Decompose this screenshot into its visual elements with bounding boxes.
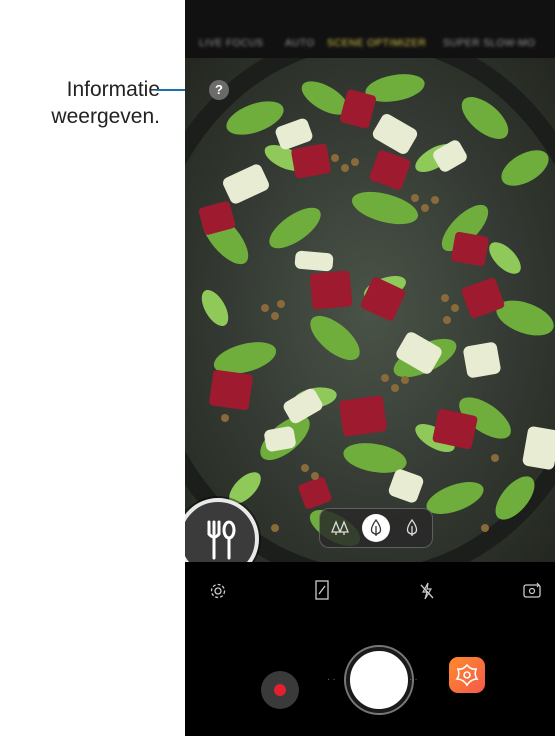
viewfinder[interactable]: ?: [185, 58, 555, 562]
mode-live-focus[interactable]: LIVE FOCUS: [199, 38, 263, 49]
annotation-line-1: Informatie: [66, 78, 160, 101]
annotation-line-2: weergeven.: [51, 105, 160, 128]
record-icon: [274, 684, 286, 696]
flash-off-icon[interactable]: [419, 581, 435, 601]
shutter-dots-left: ··: [327, 674, 338, 685]
food-preview: [185, 58, 555, 562]
blur-high-icon: [406, 518, 418, 536]
shutter-button[interactable]: [346, 647, 412, 713]
camera-screen: LIVE FOCUS AUTO SCENE OPTIMIZER SUPER SL…: [185, 0, 555, 736]
bixby-vision-icon: [455, 663, 479, 687]
mode-auto[interactable]: AUTO: [285, 38, 315, 49]
camera-controls: ·· ··: [185, 562, 555, 736]
info-annotation: Informatie weergeven.: [0, 76, 160, 130]
blur-medium-icon: [370, 518, 382, 536]
shutter-dots-right: ··: [409, 674, 420, 685]
aspect-ratio-icon[interactable]: [315, 580, 329, 600]
focus-filter-selector: [319, 508, 433, 548]
filter-option-1[interactable]: [326, 514, 354, 542]
switch-camera-icon[interactable]: [523, 582, 541, 598]
record-button[interactable]: [261, 671, 299, 709]
mode-super-slow-mo[interactable]: SUPER SLOW-MO: [443, 38, 535, 49]
gear-icon[interactable]: [209, 582, 227, 600]
info-button[interactable]: ?: [209, 80, 229, 100]
filter-option-2[interactable]: [362, 514, 390, 542]
scene-food-button[interactable]: [185, 498, 259, 562]
fork-spoon-icon: [207, 520, 236, 560]
mode-bar: LIVE FOCUS AUTO SCENE OPTIMIZER SUPER SL…: [185, 0, 555, 58]
filter-option-3[interactable]: [398, 514, 426, 542]
mode-scene-optimizer[interactable]: SCENE OPTIMIZER: [327, 38, 426, 49]
bixby-vision-button[interactable]: [449, 657, 485, 693]
blur-low-icon: [331, 520, 349, 535]
